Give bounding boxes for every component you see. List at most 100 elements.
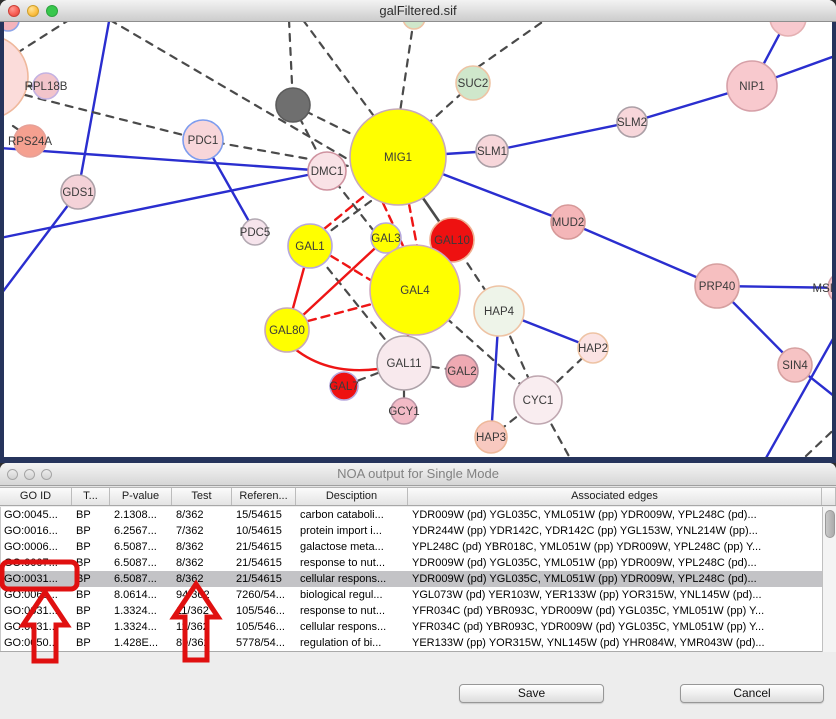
- graph-node-label-GAL1: GAL1: [295, 241, 324, 253]
- cell-type: BP: [73, 587, 111, 603]
- scrollbar-thumb[interactable]: [825, 510, 835, 538]
- cell-p_value: 6.2567...: [111, 523, 173, 539]
- cell-reference: 7260/54...: [233, 587, 297, 603]
- graph-node-cut-top-right[interactable]: [770, 22, 806, 36]
- cell-p_value: 6.5087...: [111, 539, 173, 555]
- graph-node-label-MUD2: MUD2: [552, 217, 585, 229]
- graph-node-label-CYC1: CYC1: [523, 395, 554, 407]
- cell-type: BP: [73, 539, 111, 555]
- table-row[interactable]: GO:0006...BP6.5087...8/36221/54615galact…: [1, 539, 822, 555]
- column-header-test[interactable]: Test: [172, 488, 232, 505]
- cell-type: BP: [73, 571, 111, 587]
- column-header-t-[interactable]: T...: [72, 488, 110, 505]
- graph-window-title: galFiltered.sif: [0, 0, 836, 21]
- table-row[interactable]: GO:0065...BP8.0614...94/3627260/54...bio…: [1, 587, 822, 603]
- graph-node-label-GAL4: GAL4: [400, 285, 430, 297]
- graph-node-label-HAP4: HAP4: [484, 306, 515, 318]
- cell-description: cellular respons...: [297, 619, 409, 635]
- cell-p_value: 1.428E...: [111, 635, 173, 651]
- cancel-button[interactable]: Cancel: [680, 684, 824, 703]
- graph-node-label-GCY1: GCY1: [388, 406, 419, 418]
- graph-node-label-SIN4: SIN4: [782, 360, 808, 372]
- column-header-go-id[interactable]: GO ID: [0, 488, 72, 505]
- cell-reference: 10/54615: [233, 523, 297, 539]
- graph-edge: [17, 22, 72, 53]
- results-table: GO IDT...P-valueTestReferen...Desciption…: [0, 487, 836, 719]
- graph-node-cut-top-left[interactable]: [4, 22, 19, 31]
- column-header-corner: [822, 488, 836, 505]
- cell-go_id: GO:0031...: [1, 571, 73, 587]
- column-header-referen-[interactable]: Referen...: [232, 488, 296, 505]
- table-body: GO:0045...BP2.1308...8/36215/54615carbon…: [0, 507, 822, 651]
- cell-description: regulation of bi...: [297, 635, 409, 651]
- graph-window: galFiltered.sif RPL18BRPS24AGDS1PDC1PDC5…: [0, 0, 836, 463]
- cell-reference: 105/546...: [233, 619, 297, 635]
- noa-output-window: NOA output for Single Mode GO IDT...P-va…: [0, 463, 836, 704]
- cell-reference: 105/546...: [233, 603, 297, 619]
- graph-node-label-MIG1: MIG1: [384, 152, 412, 164]
- table-row[interactable]: GO:0031...BP1.3324...11/362105/546...res…: [1, 603, 822, 619]
- cell-p_value: 1.3324...: [111, 603, 173, 619]
- table-bottom-divider: [0, 651, 822, 652]
- cell-test: 8/362: [173, 555, 233, 571]
- cell-test: 8/362: [173, 539, 233, 555]
- cell-p_value: 1.3324...: [111, 619, 173, 635]
- cell-description: cellular respons...: [297, 571, 409, 587]
- graph-node-label-GAL80: GAL80: [269, 325, 305, 337]
- graph-node-big-left[interactable]: [4, 35, 28, 119]
- cell-go_id: GO:0031...: [1, 619, 73, 635]
- cell-go_id: GO:0016...: [1, 523, 73, 539]
- table-row[interactable]: GO:0031...BP1.3324...11/362105/546...cel…: [1, 619, 822, 635]
- graph-node-label-HAP2: HAP2: [578, 343, 608, 355]
- cell-test: 8/362: [173, 507, 233, 523]
- graph-node-label-SLM2: SLM2: [617, 117, 647, 129]
- graph-canvas-frame: RPL18BRPS24AGDS1PDC1PDC5DMC1MIG1SUC2SLM1…: [0, 22, 836, 463]
- graph-edge: [409, 204, 417, 246]
- cell-test: 80/362: [173, 635, 233, 651]
- graph-edge: [4, 192, 78, 306]
- graph-node-label-GDS1: GDS1: [62, 187, 93, 199]
- table-row[interactable]: GO:0031...BP6.5087...8/36221/54615cellul…: [1, 571, 822, 587]
- graph-node-label-NIP1: NIP1: [739, 81, 765, 93]
- column-header-p-value[interactable]: P-value: [110, 488, 172, 505]
- vertical-scrollbar[interactable]: [822, 507, 836, 652]
- cell-p_value: 6.5087...: [111, 571, 173, 587]
- column-header-associated-edges[interactable]: Associated edges: [408, 488, 822, 505]
- cell-description: response to nut...: [297, 603, 409, 619]
- column-header-desciption[interactable]: Desciption: [296, 488, 408, 505]
- cell-reference: 5778/54...: [233, 635, 297, 651]
- cell-go_id: GO:0045...: [1, 507, 73, 523]
- graph-node-cut-top-green[interactable]: [403, 22, 425, 29]
- graph-edge: [4, 148, 327, 171]
- graph-edge: [400, 22, 414, 112]
- cell-go_id: GO:0006...: [1, 539, 73, 555]
- noa-window-title: NOA output for Single Mode: [0, 463, 836, 485]
- table-row[interactable]: GO:0045...BP2.1308...8/36215/54615carbon…: [1, 507, 822, 523]
- cell-type: BP: [73, 523, 111, 539]
- graph-node-label-RPL18B: RPL18B: [25, 81, 68, 93]
- table-row[interactable]: GO:0016...BP6.2567...7/36210/54615protei…: [1, 523, 822, 539]
- cell-go_id: GO:0065...: [1, 587, 73, 603]
- graph-window-titlebar[interactable]: galFiltered.sif: [0, 0, 836, 22]
- noa-window-titlebar[interactable]: NOA output for Single Mode: [0, 463, 836, 486]
- graph-edge: [324, 197, 363, 229]
- graph-edge: [806, 420, 832, 456]
- cell-p_value: 2.1308...: [111, 507, 173, 523]
- cell-test: 8/362: [173, 571, 233, 587]
- network-canvas[interactable]: RPL18BRPS24AGDS1PDC1PDC5DMC1MIG1SUC2SLM1…: [4, 22, 832, 457]
- cell-test: 7/362: [173, 523, 233, 539]
- cell-test: 11/362: [173, 619, 233, 635]
- graph-node-gray-node[interactable]: [276, 88, 310, 122]
- table-row[interactable]: GO:0007...BP6.5087...8/36221/54615respon…: [1, 555, 822, 571]
- cell-edges: YFR034C (pd) YBR093C, YDR009W (pd) YGL03…: [409, 603, 822, 619]
- graph-node-label-SLM1: SLM1: [477, 146, 507, 158]
- table-row[interactable]: GO:0050...BP1.428E...80/3625778/54...reg…: [1, 635, 822, 651]
- cell-edges: YER133W (pp) YOR315W, YNL145W (pd) YHR08…: [409, 635, 822, 651]
- cell-reference: 15/54615: [233, 507, 297, 523]
- save-button[interactable]: Save: [459, 684, 604, 703]
- cell-description: galactose meta...: [297, 539, 409, 555]
- cell-reference: 21/54615: [233, 555, 297, 571]
- graph-node-label-GAL11: GAL11: [387, 358, 422, 370]
- graph-node-label-GAL3: GAL3: [371, 233, 400, 245]
- cell-type: BP: [73, 619, 111, 635]
